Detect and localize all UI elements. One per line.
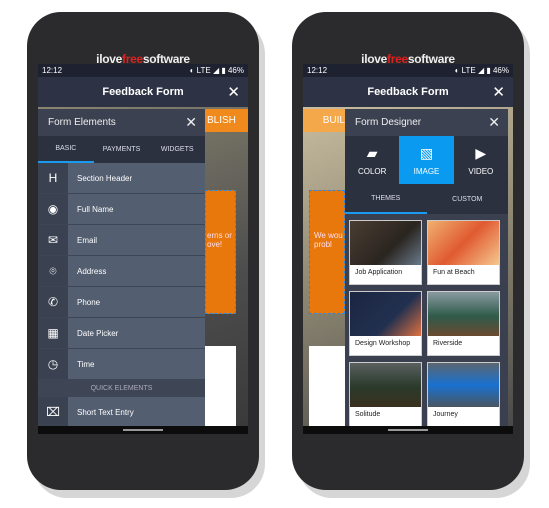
nav-bar xyxy=(303,426,513,434)
theme-thumbnail xyxy=(428,292,499,336)
theme-name: Solitude xyxy=(355,411,381,418)
form-designer-drawer: Form Designer ✕ ▰ COLOR ▧ IMAGE ▶ VIDEO THEMES… xyxy=(345,109,509,433)
list-item-label: Address xyxy=(68,256,205,286)
close-icon[interactable]: ✕ xyxy=(488,114,500,131)
close-icon[interactable]: ✕ xyxy=(492,83,505,101)
theme-thumbnail xyxy=(428,221,499,265)
theme-name: Design Workshop xyxy=(355,340,411,347)
tab-custom[interactable]: CUSTOM xyxy=(427,184,509,214)
envelope-icon: ✉ xyxy=(38,225,68,255)
form-intro-box: erns or ove! xyxy=(205,190,236,314)
theme-thumbnail xyxy=(350,363,421,407)
video-icon: ▶ xyxy=(475,144,487,161)
list-item[interactable]: ⌾ Address xyxy=(38,256,205,287)
page-title: Feedback Form xyxy=(367,86,449,98)
theme-name: Riverside xyxy=(433,340,463,347)
list-item-label: Section Header xyxy=(68,163,205,193)
phone-icon: ✆ xyxy=(38,287,68,317)
palette-icon: ▰ xyxy=(366,144,378,161)
theme-card[interactable]: Job Application xyxy=(349,220,422,285)
drawer-title: Form Designer xyxy=(355,117,422,128)
tab-video[interactable]: ▶ VIDEO xyxy=(454,136,508,184)
form-body xyxy=(309,346,345,426)
tab-image[interactable]: ▧ IMAGE xyxy=(399,136,454,184)
list-item[interactable]: ✆ Phone xyxy=(38,287,205,318)
user-icon: ◉ xyxy=(38,194,68,224)
theme-thumbnail xyxy=(350,292,421,336)
tab-color[interactable]: ▰ COLOR xyxy=(345,136,399,184)
image-icon: ▧ xyxy=(419,144,434,161)
list-item[interactable]: ◷ Time xyxy=(38,349,205,380)
text-entry-icon: ⌧ xyxy=(38,397,68,427)
theme-card[interactable]: Fun at Beach xyxy=(427,220,500,285)
list-item-label: Short Text Entry xyxy=(68,397,205,427)
screen: 12:12 ◐ LTE ◢ ▮ 46% Feedback Form ✕ BLISH … xyxy=(38,64,248,434)
theme-name: Job Application xyxy=(355,269,403,276)
list-item-label: Phone xyxy=(68,287,205,317)
theme-card[interactable]: Riverside xyxy=(427,291,500,356)
screen: 12:12 ◐ LTE ◢ ▮ 46% Feedback Form ✕ BUIL W… xyxy=(303,64,513,434)
form-elements-drawer: Form Elements ✕ BASIC PAYMENTS WIDGETS HS… xyxy=(38,109,205,428)
app-header: Feedback Form ✕ xyxy=(38,77,248,107)
theme-card[interactable]: Design Workshop xyxy=(349,291,422,356)
theme-thumbnail xyxy=(350,221,421,265)
list-item[interactable]: ▦ Date Picker xyxy=(38,318,205,349)
list-item[interactable]: ⌧ Short Text Entry xyxy=(38,397,205,428)
tab-widgets[interactable]: WIDGETS xyxy=(149,136,205,163)
list-item-label: Time xyxy=(68,349,205,379)
location-pin-icon: ⌾ xyxy=(38,256,68,286)
theme-card[interactable]: Solitude xyxy=(349,362,422,427)
tab-themes[interactable]: THEMES xyxy=(345,184,427,214)
tab-payments[interactable]: PAYMENTS xyxy=(94,136,150,163)
theme-card[interactable]: Journey xyxy=(427,362,500,427)
tab-label: IMAGE xyxy=(413,166,440,176)
status-bar: 12:12 ◐ LTE ◢ ▮ 46% xyxy=(303,64,513,77)
status-bar: 12:12 ◐ LTE ◢ ▮ 46% xyxy=(38,64,248,77)
form-intro-box: We wou probl xyxy=(309,190,345,314)
build-button[interactable]: BUIL xyxy=(303,109,345,132)
tab-basic[interactable]: BASIC xyxy=(38,136,94,163)
publish-button[interactable]: BLISH xyxy=(205,109,248,132)
nav-bar xyxy=(38,426,248,434)
app-header: Feedback Form ✕ xyxy=(303,77,513,107)
drawer-title: Form Elements xyxy=(48,117,116,128)
close-icon[interactable]: ✕ xyxy=(185,114,197,131)
tab-label: COLOR xyxy=(357,166,387,176)
home-handle[interactable] xyxy=(388,429,428,431)
calendar-icon: ▦ xyxy=(38,318,68,348)
list-item-label: Date Picker xyxy=(68,318,205,348)
heading-icon: H xyxy=(38,163,68,193)
close-icon[interactable]: ✕ xyxy=(227,83,240,101)
quick-elements-header: QUICK ELEMENTS xyxy=(38,380,205,397)
clock-icon: ◷ xyxy=(38,349,68,379)
form-body xyxy=(205,346,236,426)
theme-name: Journey xyxy=(433,411,458,418)
phone-left: ilovefreesoftware 12:12 ◐ LTE ◢ ▮ 46% Fee… xyxy=(27,12,259,490)
theme-name: Fun at Beach xyxy=(433,269,475,276)
home-handle[interactable] xyxy=(123,429,163,431)
list-item[interactable]: ✉ Email xyxy=(38,225,205,256)
page-title: Feedback Form xyxy=(102,86,184,98)
tab-label: VIDEO xyxy=(468,166,494,176)
list-item-label: Full Name xyxy=(68,194,205,224)
phone-right: ilovefreesoftware 12:12 ◐ LTE ◢ ▮ 46% Fee… xyxy=(292,12,524,490)
list-item[interactable]: ◉ Full Name xyxy=(38,194,205,225)
theme-thumbnail xyxy=(428,363,499,407)
list-item[interactable]: H Section Header xyxy=(38,163,205,194)
list-item-label: Email xyxy=(68,225,205,255)
